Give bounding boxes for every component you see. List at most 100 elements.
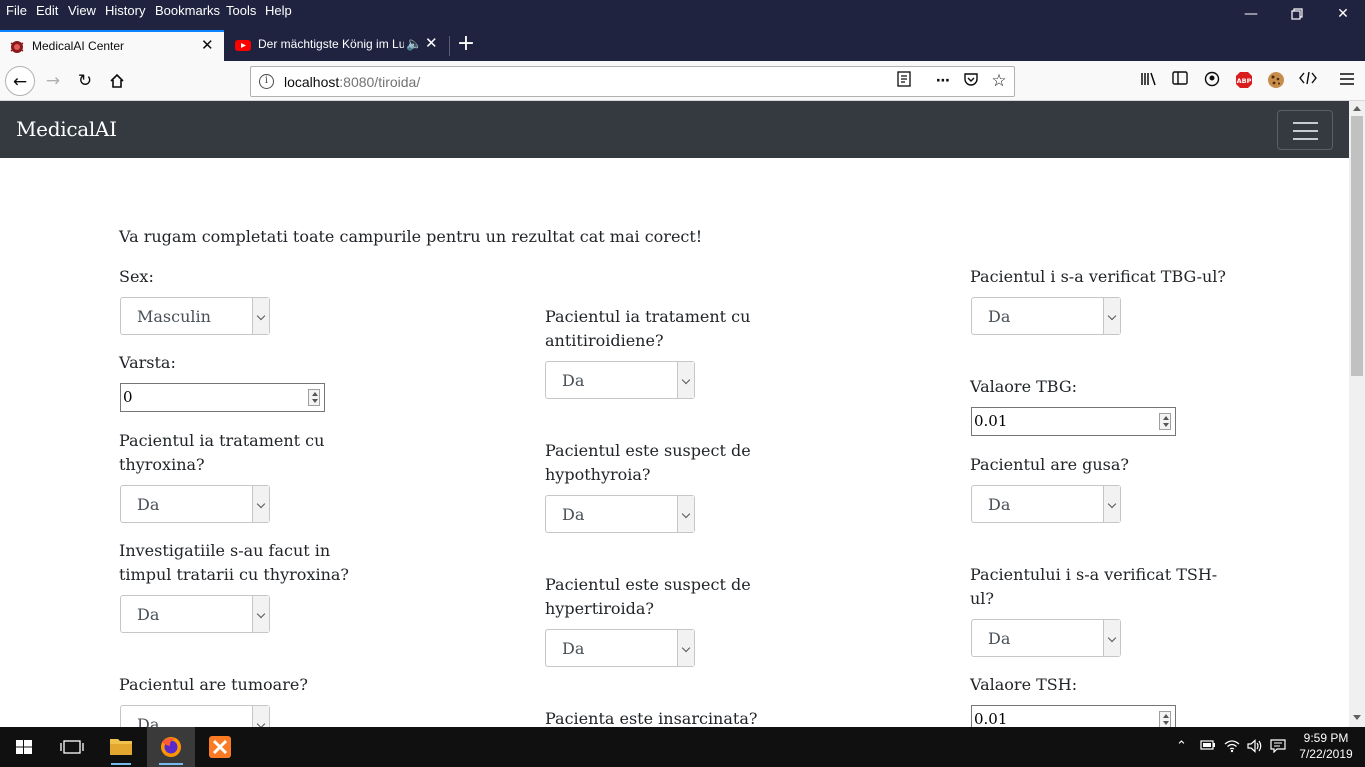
new-tab-icon[interactable]: + (455, 31, 477, 59)
tbg-value-label: Valaore TBG: (970, 377, 1078, 396)
reload-icon[interactable]: ↻ (70, 66, 100, 96)
page-scrollbar[interactable] (1349, 101, 1365, 727)
site-info-icon[interactable]: i (259, 74, 274, 89)
clock-time: 9:59 PM (1303, 731, 1349, 745)
system-clock[interactable]: 9:59 PM 7/22/2019 (1296, 730, 1356, 762)
varsta-input[interactable]: 0 (120, 383, 325, 412)
wifi-icon[interactable] (1224, 739, 1240, 757)
tbg-value-input[interactable]: 0.01 (971, 407, 1176, 436)
varsta-label: Varsta: (119, 353, 176, 372)
windows-taskbar: ⌃ 9:59 PM 7/22/2019 (0, 727, 1365, 767)
address-bar[interactable]: i localhost:8080/tiroida/ ⋯ ☆ (250, 66, 1015, 97)
navbar-toggler-button[interactable] (1277, 110, 1333, 150)
hamburger-menu-icon[interactable] (1337, 71, 1357, 91)
medicalai-favicon-icon (9, 39, 25, 55)
hypertiroida-label: Pacientul este suspect de hypertiroida? (545, 573, 751, 621)
battery-icon[interactable] (1200, 739, 1216, 755)
firefox-taskbar-icon[interactable] (147, 727, 195, 767)
tsh-checked-select[interactable]: Da (971, 619, 1121, 657)
scroll-down-arrow-icon[interactable] (1353, 715, 1361, 720)
account-icon[interactable] (1202, 71, 1222, 91)
thyroxina-label: Pacientul ia tratament cu thyroxina? (119, 429, 324, 477)
site-brand[interactable]: MedicalAI (16, 117, 117, 141)
svg-text:ABP: ABP (1237, 77, 1252, 85)
hypothyroia-select[interactable]: Da (545, 495, 695, 533)
antitiroidiene-label-line: antitiroidiene? (545, 331, 664, 350)
tab-medicalai[interactable]: MedicalAI Center ✕ (0, 30, 224, 61)
cookie-icon[interactable] (1266, 71, 1286, 91)
hypothyroia-label: Pacientul este suspect de hypothyroia? (545, 439, 751, 487)
hypertiroida-select-value: Da (562, 639, 585, 658)
antitiroidiene-label-line: Pacientul ia tratament cu (545, 307, 751, 326)
thyroxina-select-value: Da (137, 495, 160, 514)
close-tab-icon[interactable]: ✕ (201, 36, 214, 54)
sidebar-icon[interactable] (1170, 71, 1190, 91)
sex-select-value: Masculin (137, 307, 211, 326)
sex-select[interactable]: Masculin (120, 297, 270, 335)
tumoare-select[interactable]: Da (120, 705, 270, 727)
notifications-icon[interactable] (1270, 739, 1286, 757)
pocket-icon[interactable] (961, 71, 981, 91)
web-page: MedicalAI Va rugam completati toate camp… (0, 101, 1349, 727)
thyroxina-select[interactable]: Da (120, 485, 270, 523)
chevron-down-icon (1103, 486, 1120, 522)
task-view-icon[interactable] (48, 727, 96, 767)
tsh-checked-select-value: Da (988, 629, 1011, 648)
page-actions-icon[interactable]: ⋯ (933, 71, 953, 91)
menu-help[interactable]: Help (265, 3, 292, 18)
toggler-bar (1293, 122, 1318, 124)
antitiroidiene-select[interactable]: Da (545, 361, 695, 399)
minimize-icon[interactable]: — (1241, 4, 1261, 24)
back-arrow-icon[interactable]: ← (5, 66, 35, 96)
bookmark-star-icon[interactable]: ☆ (989, 71, 1009, 91)
sex-label: Sex: (119, 267, 154, 286)
restore-icon[interactable] (1287, 4, 1307, 24)
tab-strip: MedicalAI Center ✕ Der mächtigste König … (0, 30, 1365, 61)
developer-tools-icon[interactable] (1298, 71, 1318, 91)
tsh-checked-label-line: Pacientului i s-a verificat TSH- (970, 565, 1218, 584)
clock-date: 7/22/2019 (1299, 747, 1353, 761)
forward-arrow-icon[interactable]: → (38, 66, 68, 96)
speaker-icon[interactable]: 🔈 (406, 36, 422, 52)
windows-start-icon[interactable] (0, 727, 48, 767)
hypertiroida-select[interactable]: Da (545, 629, 695, 667)
menu-history[interactable]: History (105, 3, 145, 18)
antitiroidiene-label: Pacientul ia tratament cu antitiroidiene… (545, 305, 750, 353)
toggler-bar (1293, 130, 1318, 132)
xampp-taskbar-icon[interactable] (196, 727, 244, 767)
tbg-checked-select[interactable]: Da (971, 297, 1121, 335)
tumoare-select-value: Da (137, 715, 160, 727)
toggler-bar (1293, 138, 1318, 140)
gusa-select-value: Da (988, 495, 1011, 514)
adblock-plus-icon[interactable]: ABP (1234, 71, 1254, 91)
gusa-select[interactable]: Da (971, 485, 1121, 523)
menu-edit[interactable]: Edit (36, 3, 58, 18)
url-path: :8080/tiroida/ (339, 74, 421, 90)
number-spinner-icon[interactable] (1159, 413, 1171, 430)
form-intro: Va rugam completati toate campurile pent… (119, 227, 703, 246)
menu-bookmarks[interactable]: Bookmarks (155, 3, 220, 18)
menu-view[interactable]: View (68, 3, 96, 18)
menu-tools[interactable]: Tools (226, 3, 256, 18)
scroll-up-arrow-icon[interactable] (1353, 106, 1361, 111)
volume-icon[interactable] (1247, 739, 1263, 757)
tsh-value-input[interactable]: 0.01 (971, 705, 1176, 727)
number-spinner-icon[interactable] (1159, 711, 1171, 727)
close-window-icon[interactable]: ✕ (1333, 4, 1353, 24)
investigatii-label-line: timpul tratarii cu thyroxina? (119, 565, 349, 584)
url-text[interactable]: localhost:8080/tiroida/ (284, 74, 420, 90)
reader-view-icon[interactable] (894, 71, 914, 91)
file-explorer-icon[interactable] (97, 727, 145, 767)
investigatii-select[interactable]: Da (120, 595, 270, 633)
menu-file[interactable]: File (6, 3, 27, 18)
tab-youtube[interactable]: Der mächtigste König im Lu 🔈 ✕ (226, 30, 448, 61)
close-tab-icon[interactable]: ✕ (425, 34, 438, 52)
tray-chevron-up-icon[interactable]: ⌃ (1176, 739, 1187, 754)
home-icon[interactable] (102, 66, 132, 96)
antitiroidiene-select-value: Da (562, 371, 585, 390)
scrollbar-thumb[interactable] (1351, 116, 1363, 376)
thyroxina-label-line: thyroxina? (119, 455, 205, 474)
number-spinner-icon[interactable] (308, 389, 320, 406)
chevron-down-icon (252, 486, 269, 522)
library-icon[interactable] (1139, 71, 1159, 91)
